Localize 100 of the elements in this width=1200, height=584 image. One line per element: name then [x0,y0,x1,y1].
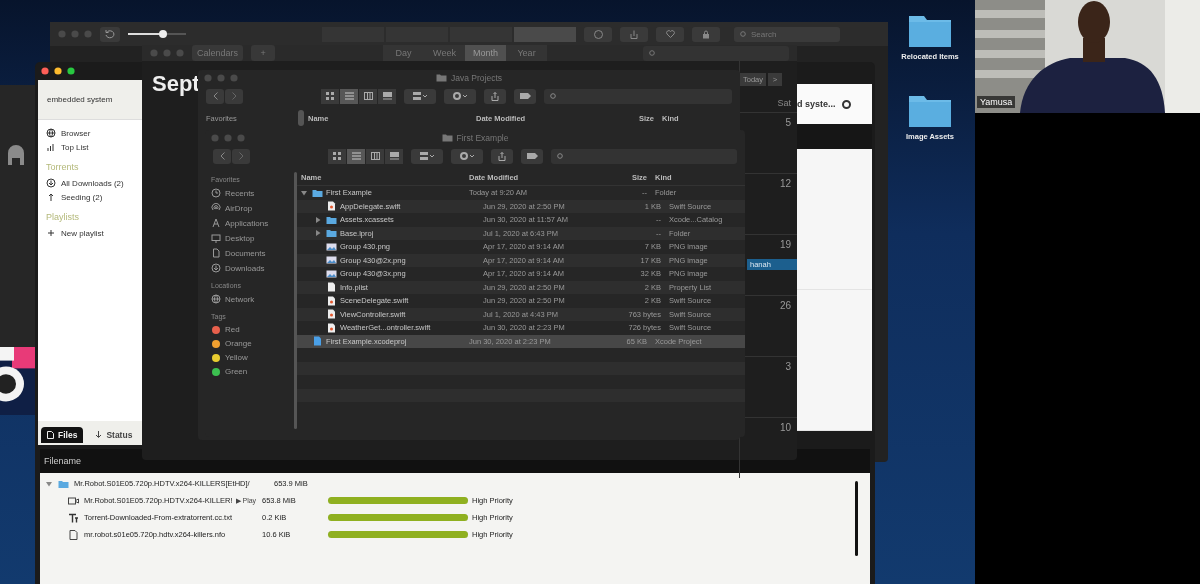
search-field[interactable] [643,45,789,61]
tab[interactable]: Status [89,427,139,443]
group-button[interactable] [404,88,436,104]
video-icon [68,495,79,506]
grid-icon [326,92,334,100]
window-title: Java Projects [451,72,502,83]
tab[interactable]: Files [41,427,84,443]
chevron-left-icon [212,92,218,100]
sidebar-item[interactable]: Documents [225,248,266,258]
sidebar-item[interactable]: Top List [61,142,89,152]
list-view-button[interactable] [347,148,365,164]
grid-icon [333,152,341,160]
gallery-icon [389,152,399,160]
sidebar-item[interactable]: Green [225,367,248,376]
icon-view-button[interactable] [328,148,346,164]
disclosure-triangle[interactable] [301,189,307,196]
window-controls[interactable] [41,67,75,75]
sidebar-item[interactable]: Network [225,294,255,304]
image-file-icon [326,241,337,252]
share-button[interactable] [491,148,513,164]
forward-button[interactable] [225,88,243,104]
tag-button[interactable] [521,148,543,164]
forward-button[interactable] [232,148,250,164]
participant-name: Yamusa [977,96,1016,108]
column-header[interactable]: Filename [44,456,81,466]
list-title: d syste... [797,99,836,109]
scrollbar[interactable] [855,481,858,556]
columns-icon [370,152,380,160]
list-icon [351,152,361,160]
settings-icon[interactable] [841,99,851,109]
gallery-view-button[interactable] [385,148,403,164]
sidebar-item[interactable]: Browser [61,128,91,138]
file-icon [47,431,54,439]
swift-file-icon [326,309,337,320]
share-icon [630,29,638,39]
chevron-right-icon [231,92,237,100]
gear-icon [453,92,467,100]
lock-icon [702,29,710,39]
download-icon [211,263,221,273]
settings-button[interactable] [444,88,476,104]
search-field[interactable] [544,88,732,104]
sidebar-item[interactable]: Yellow [225,353,248,362]
applications-icon [211,218,221,228]
share-button[interactable] [620,26,648,42]
weekday-header: Sat [776,97,792,110]
section-heading: Torrents [46,162,80,172]
tag-icon [519,93,531,99]
folder-icon [441,133,453,142]
tag-button[interactable] [514,88,536,104]
disclosure-triangle[interactable] [315,216,321,223]
download-icon [46,178,56,188]
sidebar-item[interactable]: Red [225,325,240,334]
sidebar-item[interactable]: Orange [225,339,252,348]
share-button[interactable] [484,88,506,104]
sidebar-item[interactable]: AirDrop [225,203,253,213]
swift-file-icon [326,201,337,212]
repeat-icon [105,29,115,39]
sidebar-item[interactable]: All Downloads (2) [61,178,124,188]
lock-button[interactable] [692,26,720,42]
scrollbar[interactable] [293,172,297,429]
group-button[interactable] [411,148,443,164]
gallery-view-button[interactable] [378,88,396,104]
search-icon [550,92,557,100]
group-icon [413,92,427,100]
sidebar-item[interactable]: New playlist [61,228,104,238]
download-icon [95,431,103,439]
plus-icon [46,228,56,238]
info-icon [593,29,603,39]
scrollbar[interactable] [298,110,304,126]
clock-icon [211,188,221,198]
group-icon [420,152,434,160]
search-field[interactable] [551,148,737,164]
gear-icon [460,152,474,160]
day-number: 26 [779,300,791,311]
back-button[interactable] [206,88,224,104]
tag-icon [526,153,538,159]
sidebar-item[interactable]: Seeding (2) [61,192,103,202]
sidebar-item[interactable]: Applications [225,218,269,228]
disclosure-triangle[interactable] [46,480,52,487]
sidebar-item[interactable]: Desktop [225,233,255,243]
window-title: First Example [456,132,509,143]
image-file-icon [326,255,337,266]
disclosure-triangle[interactable] [315,230,321,237]
sidebar-item[interactable]: Downloads [225,263,265,273]
info-button[interactable] [584,26,612,42]
back-button[interactable] [213,148,231,164]
settings-button[interactable] [451,148,483,164]
day-number: 12 [779,178,791,189]
volume-slider[interactable] [128,29,186,39]
favorite-button[interactable] [656,26,684,42]
repeat-button[interactable] [100,26,120,42]
icon-view-button[interactable] [321,88,339,104]
day-number: 19 [779,239,791,250]
document-icon [68,529,79,540]
sidebar-item[interactable]: Recents [225,188,255,198]
day-number: 3 [785,361,791,372]
column-view-button[interactable] [366,148,384,164]
column-view-button[interactable] [359,88,377,104]
swift-file-icon [326,322,337,333]
list-view-button[interactable] [340,88,358,104]
